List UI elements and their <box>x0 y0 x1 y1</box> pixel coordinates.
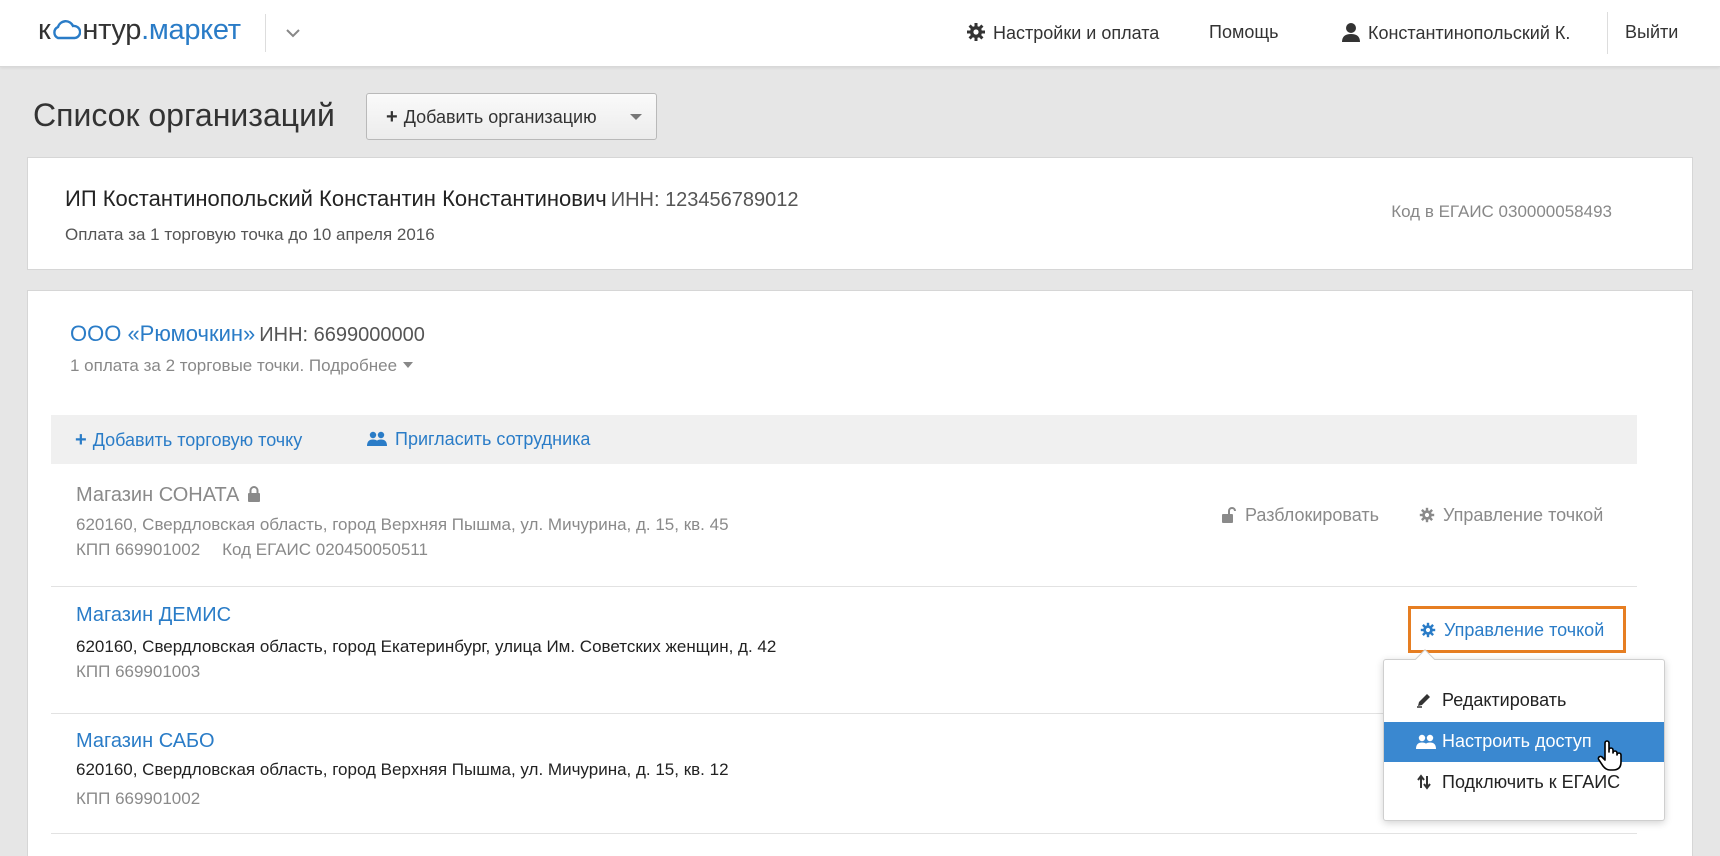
menu-item-connect-egais-label: Подключить к ЕГАИС <box>1442 772 1621 792</box>
gear-icon <box>966 22 986 47</box>
logout-label: Выйти <box>1625 22 1679 42</box>
chevron-down-icon[interactable] <box>282 22 304 44</box>
users-icon <box>367 430 387 453</box>
gear-icon <box>1419 507 1435 528</box>
organization-card-ip: ИП Костантинопольский Константин Констан… <box>27 157 1693 270</box>
shop-kpp-value: КПП 669901002 <box>76 540 201 559</box>
shop-name-link[interactable]: Магазин ДЕМИС <box>76 604 231 627</box>
list-item-shop-sonata: Магазин СОНАТА 620160, Свердловская обла… <box>51 464 1637 587</box>
organization-inn: ИНН: 123456789012 <box>610 189 799 211</box>
shop-name-label: Магазин СОНАТА <box>76 484 240 506</box>
shop-kpp: КПП 669901002 <box>76 789 201 808</box>
unlock-label: Разблокировать <box>1245 505 1380 525</box>
plus-icon: + <box>75 429 87 451</box>
logo-divider <box>265 14 266 52</box>
menu-item-edit-label: Редактировать <box>1442 690 1567 710</box>
cloud-icon <box>51 16 82 40</box>
user-name: Константинопольский К. <box>1368 23 1571 43</box>
menu-item-access-label: Настроить доступ <box>1442 731 1592 751</box>
manage-shop-label: Управление точкой <box>1444 620 1605 640</box>
logo-dot: . <box>141 14 149 46</box>
invite-employee-link[interactable]: Пригласить сотрудника <box>367 429 590 453</box>
gear-icon <box>1420 622 1436 643</box>
organization-name: ИП Костантинопольский Константин Констан… <box>65 186 799 212</box>
unlock-icon <box>1221 507 1237 528</box>
plus-icon: + <box>386 106 398 128</box>
help-label: Помощь <box>1209 22 1279 42</box>
payment-details-toggle[interactable]: 1 оплата за 2 торговые точки. Подробнее <box>70 356 414 376</box>
shop-kpp: КПП 669901002 Код ЕГАИС 020450050511 <box>76 540 428 560</box>
nav-divider <box>1607 12 1608 54</box>
add-organization-button[interactable]: + Добавить организацию <box>366 93 657 140</box>
logout-link[interactable]: Выйти <box>1625 22 1678 43</box>
organization-inn: ИНН: 6699000000 <box>259 324 425 346</box>
organization-title: ИП Костантинопольский Константин Констан… <box>65 186 607 211</box>
organization-actions-bar: + Добавить торговую точку Пригласить сотр… <box>51 415 1637 464</box>
egais-code: Код в ЕГАИС 030000058493 <box>1391 202 1612 221</box>
logo-text-k: к <box>38 14 51 46</box>
organization-name: ООО «Рюмочкин» ИНН: 6699000000 <box>70 321 425 347</box>
sort-arrows-icon <box>1416 774 1432 795</box>
settings-link[interactable]: Настройки и оплата <box>966 22 1159 47</box>
shop-egais-code: Код ЕГАИС 020450050511 <box>222 540 428 559</box>
organization-title-link[interactable]: ООО «Рюмочкин» <box>70 321 255 346</box>
help-link[interactable]: Помощь <box>1209 22 1279 43</box>
user-icon <box>1341 22 1361 47</box>
add-shop-link[interactable]: + Добавить торговую точку <box>75 429 302 452</box>
add-organization-label: Добавить организацию <box>403 107 597 127</box>
caret-down-icon <box>403 362 414 368</box>
hand-cursor-icon <box>1597 740 1623 777</box>
manage-shop-link[interactable]: Управление точкой <box>1420 620 1604 643</box>
page-title: Список организаций <box>33 97 335 133</box>
users-icon <box>1416 733 1436 756</box>
settings-label: Настройки и оплата <box>993 23 1160 43</box>
caret-down-icon[interactable] <box>630 114 642 120</box>
invite-employee-label: Пригласить сотрудника <box>395 429 591 449</box>
add-shop-label: Добавить торговую точку <box>92 430 303 450</box>
shop-address: 620160, Свердловская область, город Верх… <box>76 515 729 534</box>
shop-name-link[interactable]: Магазин САБО <box>76 730 215 753</box>
user-menu[interactable]: Константинопольский К. <box>1341 22 1570 47</box>
manage-shop-button-active[interactable]: Управление точкой <box>1408 606 1626 653</box>
shop-name: Магазин СОНАТА <box>76 484 261 508</box>
top-bar: к нтур.маркет Настройки и оплата Помощь К… <box>0 0 1720 67</box>
logo[interactable]: к нтур.маркет <box>38 14 241 47</box>
lock-icon <box>247 485 261 508</box>
payment-info: Оплата за 1 торговую точка до 10 апреля … <box>65 225 435 244</box>
manage-shop-label: Управление точкой <box>1443 505 1604 525</box>
shop-address: 620160, Свердловская область, город Екат… <box>76 637 777 656</box>
pencil-icon <box>1416 692 1432 713</box>
logo-text-market: маркет <box>148 14 241 46</box>
payment-details-label: 1 оплата за 2 торговые точки. Подробнее <box>70 356 398 375</box>
shop-kpp: КПП 669901003 <box>76 662 201 681</box>
logo-text-ntur: нтур <box>82 14 142 46</box>
unlock-link[interactable]: Разблокировать <box>1221 505 1379 528</box>
shop-address: 620160, Свердловская область, город Верх… <box>76 760 729 779</box>
manage-shop-link[interactable]: Управление точкой <box>1419 505 1603 528</box>
menu-item-edit[interactable]: Редактировать <box>1384 681 1664 721</box>
